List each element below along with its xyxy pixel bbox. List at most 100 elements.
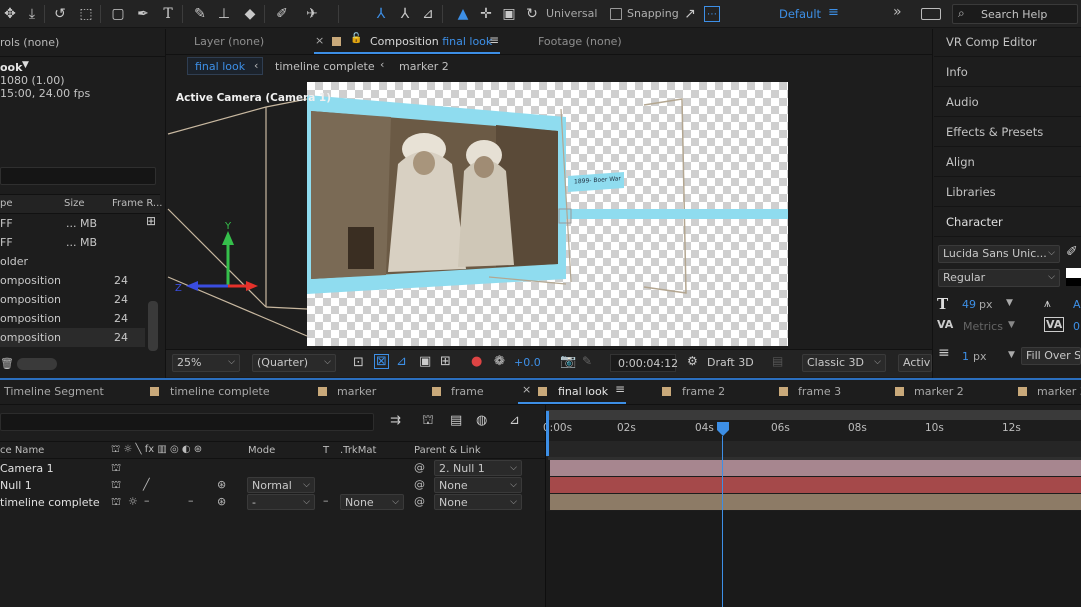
chevron-down-icon[interactable]: ▼ (1008, 350, 1015, 360)
col-source-name[interactable]: ce Name (0, 445, 44, 456)
draft-3d-label[interactable]: Draft 3D (707, 356, 754, 369)
timeline-tab-frame-3[interactable]: frame 3 (798, 385, 841, 398)
brush-tool-icon[interactable]: ✎ (190, 4, 210, 24)
local-axis-icon[interactable]: ⅄ (371, 4, 391, 24)
color-management-icon[interactable]: ❁ (494, 354, 505, 369)
snapping-checkbox[interactable] (610, 8, 622, 20)
timeline-tab-marker-2[interactable]: marker 2 (914, 385, 964, 398)
grid-icon[interactable]: ⋯ (704, 6, 720, 22)
clone-stamp-icon[interactable]: ⊥ (214, 4, 234, 24)
shy-switch-icon[interactable]: ⛫ (111, 461, 121, 476)
layer-bar-camera-1[interactable] (550, 460, 1081, 476)
rectangle-tool-icon[interactable]: ▢ (108, 4, 128, 24)
chevron-down-icon[interactable]: ▼ (1008, 320, 1015, 330)
stroke-mode-dropdown[interactable]: Fill Over St (1021, 347, 1081, 365)
stroke-width-value[interactable]: 1 (962, 350, 969, 363)
kerning-value[interactable]: Metrics (963, 320, 1003, 333)
marker-track[interactable] (546, 441, 1081, 457)
col-mode[interactable]: Mode (248, 445, 275, 456)
font-style-dropdown[interactable]: Regular ⌵ (938, 269, 1060, 287)
move-icon[interactable]: ✥ (0, 4, 20, 24)
shy-switch-icon[interactable]: ⛫ (111, 495, 121, 510)
eraser-icon[interactable]: ◆ (240, 4, 260, 24)
work-area-start-handle[interactable] (546, 411, 549, 456)
list-item[interactable]: FF ... MB (0, 214, 145, 233)
col-type[interactable]: pe (0, 198, 13, 209)
panel-character[interactable]: Character (946, 215, 1003, 229)
pickwhip-icon[interactable]: @ (414, 478, 425, 491)
view-axis-icon[interactable]: ⊿ (418, 4, 438, 24)
timeline-tab-final-look[interactable]: final look (558, 385, 608, 398)
project-scrollbar[interactable] (148, 301, 158, 351)
orbit-tool-icon[interactable]: ↻ (522, 4, 542, 24)
selection-tool-icon[interactable]: ▲ (453, 4, 473, 24)
vertical-scale-value[interactable]: 0 (1073, 320, 1080, 333)
screen-icon[interactable] (921, 8, 941, 20)
resolution-dropdown[interactable]: (Quarter) ⌵ (252, 354, 336, 372)
table-row[interactable]: Camera 1 ⛫ @ 2. Null 1 ⌵ (0, 460, 545, 477)
roto-brush-icon[interactable]: ✐ (272, 4, 292, 24)
universal-label[interactable]: Universal (546, 7, 597, 20)
shy-switch-icon[interactable]: ⛫ (111, 478, 121, 493)
timeline-tab-timeline-complete[interactable]: timeline complete (170, 385, 270, 398)
layer-bar-null-1[interactable] (550, 477, 1081, 493)
tab-menu-icon[interactable]: ≡ (615, 382, 625, 396)
comp-viewport[interactable]: 1899- Boer War Active Camera (Camera 1) … (166, 79, 932, 347)
project-search-input[interactable] (0, 167, 156, 185)
timeline-tab-frame-2[interactable]: frame 2 (682, 385, 725, 398)
timeline-tab-marker[interactable]: marker (337, 385, 376, 398)
camera-orbit-icon[interactable]: ⬚ (76, 4, 96, 24)
mask-visibility-icon[interactable]: ⊿ (396, 354, 407, 369)
view-dropdown[interactable]: Activ (898, 354, 932, 372)
3d-layer-icon[interactable]: ⊛ (217, 495, 226, 508)
fast-preview-icon[interactable]: ⊡ (353, 355, 364, 370)
panel-info[interactable]: Info (946, 65, 968, 79)
region-of-interest-icon[interactable]: ▣ (419, 354, 431, 369)
list-item[interactable]: omposition 24 (0, 271, 145, 290)
hierarchy-icon[interactable]: ⊞ (146, 214, 156, 228)
pickwhip-icon[interactable]: @ (414, 495, 425, 508)
3d-layer-icon[interactable]: ⊛ (217, 478, 226, 491)
panel-effects-presets[interactable]: Effects & Presets (946, 125, 1043, 139)
timeline-tab-frame[interactable]: frame (451, 385, 484, 398)
layer-bar-timeline-complete[interactable] (550, 494, 1081, 510)
guides-icon[interactable]: ⊞ (440, 354, 451, 369)
table-row[interactable]: Null 1 ⛫ ╱ ⊛ Normal ⌵ @ None ⌵ (0, 477, 545, 494)
snap-icon[interactable]: ↗ (680, 4, 700, 24)
transparency-grid-icon[interactable]: ⊠ (374, 354, 389, 369)
world-axis-icon[interactable]: ⅄ (395, 4, 415, 24)
collapse-switch-icon[interactable]: ☼ (128, 495, 138, 508)
workspace-menu-icon[interactable]: ≡ (828, 5, 839, 20)
playhead-handle[interactable] (717, 422, 729, 436)
parent-dropdown[interactable]: None ⌵ (434, 477, 522, 493)
mode-dropdown[interactable]: - ⌵ (247, 494, 315, 510)
breadcrumb-marker-2[interactable]: marker 2 (399, 60, 449, 73)
timeline-search-input[interactable] (0, 413, 374, 431)
graph-editor-icon[interactable]: ⊿ (509, 413, 520, 428)
col-trkmat[interactable]: .TrkMat (340, 445, 376, 456)
col-size[interactable]: Size (64, 198, 85, 209)
pan-tool-icon[interactable]: ✛ (476, 4, 496, 24)
tab-footage[interactable]: Footage (none) (538, 35, 622, 48)
chevron-double-right-icon[interactable]: » (893, 4, 902, 20)
frame-blending-icon[interactable]: ▤ (450, 413, 462, 428)
tracking-value[interactable]: A (1073, 298, 1081, 311)
preserve-transparency-icon[interactable]: – (323, 494, 329, 507)
timecode-field[interactable]: 0:00:04:12 (610, 354, 678, 372)
font-size-value[interactable]: 49 (962, 298, 976, 311)
table-row[interactable]: timeline complete ⛫ ☼ – – ⊛ - ⌵ – None ⌵ @… (0, 494, 545, 511)
show-snapshot-icon[interactable]: ✎ (582, 354, 592, 368)
channel-icon[interactable]: ● (471, 354, 482, 369)
panel-vr-comp-editor[interactable]: VR Comp Editor (946, 35, 1037, 49)
comp-flowchart-icon[interactable]: ⇉ (390, 413, 401, 428)
trkmat-dropdown[interactable]: None ⌵ (340, 494, 404, 510)
type-tool-icon[interactable]: T (158, 4, 178, 24)
col-parent-link[interactable]: Parent & Link (414, 445, 481, 456)
dolly-tool-icon[interactable]: ▣ (499, 4, 519, 24)
caret-down-icon[interactable]: ▼ (22, 60, 29, 70)
breadcrumb-final-look[interactable]: final look ‹ (187, 57, 263, 75)
quality-switch-icon[interactable]: – (144, 494, 150, 507)
shy-layers-icon[interactable]: ⛫ (422, 413, 434, 430)
close-icon[interactable]: × (315, 34, 324, 47)
tab-layer[interactable]: Layer (none) (194, 35, 264, 48)
